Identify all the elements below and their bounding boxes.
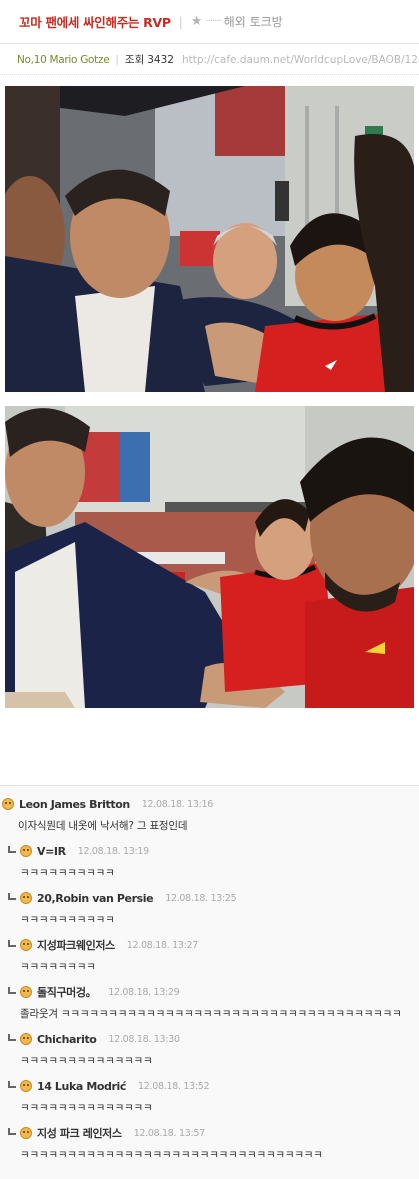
user-emoticon-icon [20,939,32,951]
comment-nickname[interactable]: 지성파크웨인저스 [37,937,115,953]
comment-nickname[interactable]: Chicharito [37,1033,97,1046]
comment-item: 20,Robin van Persie 12.08.18. 13:25 ㅋㅋㅋㅋㅋㅋ… [0,890,419,927]
user-emoticon-icon [20,1127,32,1139]
comment-header: 지성 파크 레인저스 12.08.18. 13:57 [8,1125,419,1141]
comment-text: 이자식뭔데 내옷에 낙서해? 그 표정인데 [18,820,188,832]
reply-arrow-icon [8,892,16,900]
comment-item: 지성파크웨인저스 12.08.18. 13:27 ㅋㅋㅋㅋㅋㅋㅋㅋ [0,937,419,974]
comment-item: 14 Luka Modrić 12.08.18. 13:52 ㅋㅋㅋㅋㅋㅋㅋㅋㅋㅋㅋ… [0,1078,419,1115]
comment-item: V=IR 12.08.18. 13:19 ㅋㅋㅋㅋㅋㅋㅋㅋㅋㅋ [0,843,419,880]
comment-text: ㅋㅋㅋㅋㅋㅋㅋㅋㅋㅋㅋㅋㅋㅋㅋㅋㅋㅋㅋㅋㅋㅋㅋㅋㅋㅋㅋㅋㅋㅋㅋㅋ [20,1149,323,1161]
reply-arrow-icon [8,939,16,947]
user-emoticon-icon [20,892,32,904]
star-icon[interactable]: ★ [191,14,203,29]
comment-date: 12.08.18. 13:52 [138,1080,210,1092]
comment-text: ㅋㅋㅋㅋㅋㅋㅋㅋㅋㅋ [20,867,115,879]
reply-arrow-icon [8,845,16,853]
comment-header: Chicharito 12.08.18. 13:30 [8,1031,419,1047]
comment-date: 12.08.18. 13:29 [108,986,180,998]
comment-nickname[interactable]: 20,Robin van Persie [37,892,154,905]
comment-header: V=IR 12.08.18. 13:19 [8,843,419,859]
comment-nickname[interactable]: 14 Luka Modrić [37,1080,126,1093]
views-label: 조회 [124,54,145,66]
comment-date: 12.08.18. 13:57 [133,1127,206,1139]
views-count: 3432 [147,53,174,66]
post-photo-2 [5,402,414,708]
comment-text: ㅋㅋㅋㅋㅋㅋㅋㅋㅋㅋㅋㅋㅋㅋ [20,1102,153,1114]
comment-header: 지성파크웨인저스 12.08.18. 13:27 [8,937,419,953]
reply-arrow-icon [8,986,16,994]
comment-text: ㅋㅋㅋㅋㅋㅋㅋㅋㅋㅋ [20,914,115,926]
comment-nickname[interactable]: V=IR [37,845,66,858]
user-emoticon-icon [20,845,32,857]
post-url[interactable]: http://cafe.daum.net/WorldcupLove/BAOB/1… [182,54,419,66]
comment-header: Leon James Britton 12.08.18. 13:16 [2,796,419,812]
reply-arrow-icon [8,1127,16,1135]
user-emoticon-icon [20,986,32,998]
comment-date: 12.08.18. 13:27 [126,939,199,951]
comment-date: 12.08.18. 13:30 [108,1033,180,1045]
comment-header: 20,Robin van Persie 12.08.18. 13:25 [8,890,419,906]
comment-date: 12.08.18. 13:16 [141,798,214,810]
comment-date: 12.08.18. 13:25 [165,892,237,904]
post-title[interactable]: 꼬마 팬에세 싸인해주는 RVP [19,12,171,31]
comment-item: Chicharito 12.08.18. 13:30 ㅋㅋㅋㅋㅋㅋㅋㅋㅋㅋㅋㅋㅋㅋ [0,1031,419,1068]
reply-arrow-icon [8,1033,16,1041]
user-emoticon-icon [2,798,14,810]
post-header: 꼬마 팬에세 싸인해주는 RVP | ★ ······· 해외 토크방 [0,0,419,44]
comment-header: 돌직구머겅。 12.08.18. 13:29 [8,984,419,1000]
comment-date: 12.08.18. 13:19 [77,845,150,857]
comment-nickname[interactable]: Leon James Britton [19,798,130,811]
user-emoticon-icon [20,1080,32,1092]
comment-item: 돌직구머겅。 12.08.18. 13:29 졸라웃겨 ㅋㅋㅋㅋㅋㅋㅋㅋㅋㅋㅋㅋㅋㅋ… [0,984,419,1021]
comment-nickname[interactable]: 지성 파크 레인저스 [37,1125,122,1141]
comment-text: ㅋㅋㅋㅋㅋㅋㅋㅋㅋㅋㅋㅋㅋㅋ [20,1055,153,1067]
comment-list: Leon James Britton 12.08.18. 13:16 이자식뭔데 내… [0,785,419,1179]
meta-separator: | [115,53,119,66]
author-name[interactable]: No,10 Mario Gotze [17,54,110,66]
post-meta: No,10 Mario Gotze | 조회 3432 http://cafe.… [0,45,419,75]
board-dots: ······· [205,16,221,27]
comment-text: 졸라웃겨 ㅋㅋㅋㅋㅋㅋㅋㅋㅋㅋㅋㅋㅋㅋㅋㅋㅋㅋㅋㅋㅋㅋㅋㅋㅋㅋㅋㅋㅋㅋㅋㅋㅋㅋㅋ… [20,1008,402,1020]
post-photo-1 [5,86,414,392]
user-emoticon-icon [20,1033,32,1045]
comment-header: 14 Luka Modrić 12.08.18. 13:52 [8,1078,419,1094]
title-separator: | [178,14,183,29]
comment-text: ㅋㅋㅋㅋㅋㅋㅋㅋ [20,961,96,973]
comment-item: Leon James Britton 12.08.18. 13:16 이자식뭔데 내… [0,796,419,833]
board-link[interactable]: 해외 토크방 [224,13,283,30]
comment-item: 지성 파크 레인저스 12.08.18. 13:57 ㅋㅋㅋㅋㅋㅋㅋㅋㅋㅋㅋㅋㅋㅋㅋ… [0,1125,419,1162]
reply-arrow-icon [8,1080,16,1088]
comment-nickname[interactable]: 돌직구머겅。 [37,984,97,1000]
